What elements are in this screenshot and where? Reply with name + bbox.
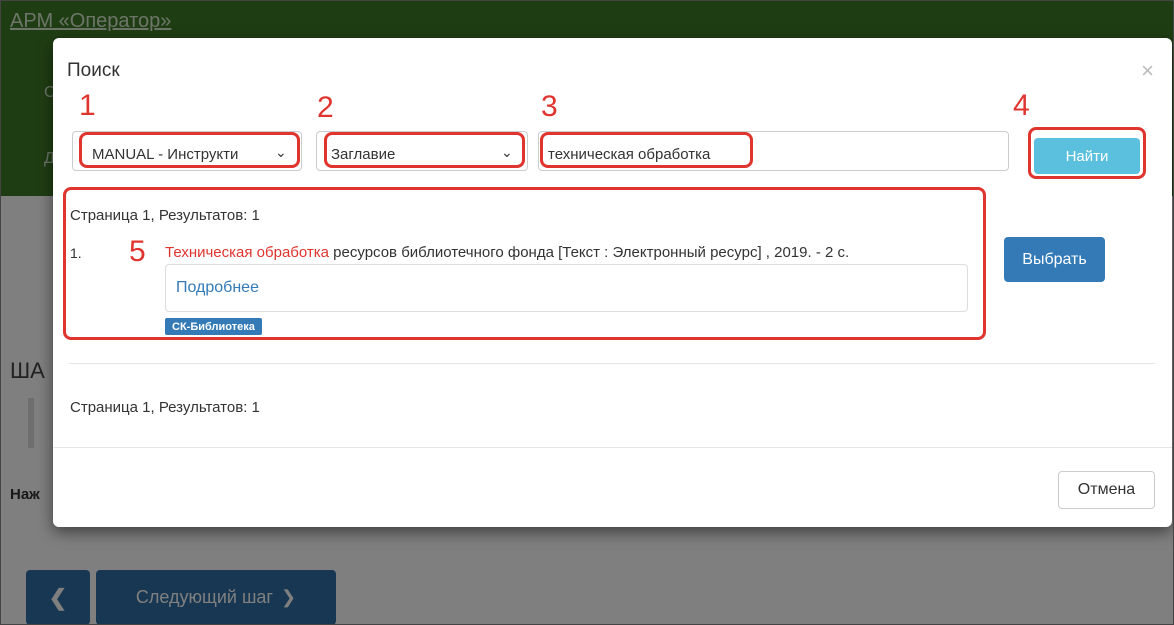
annotation-3: 3 [541,90,558,123]
annotation-2: 2 [317,91,334,124]
annotation-box-1 [79,132,300,168]
footer-divider [53,447,1172,448]
annotation-box-3 [540,132,753,168]
annotation-4: 4 [1013,89,1030,122]
select-button[interactable]: Выбрать [1004,237,1105,282]
close-icon[interactable]: × [1141,60,1154,82]
divider [69,363,1155,364]
annotation-1: 1 [79,89,96,122]
results-info-bottom: Страница 1, Результатов: 1 [70,399,260,416]
annotation-box-5 [63,187,986,340]
cancel-button[interactable]: Отмена [1058,471,1155,509]
annotation-box-4 [1028,127,1146,179]
search-modal: Поиск × 1 2 3 4 5 MANUAL - Инструкти ⌄ З… [53,38,1172,527]
modal-title: Поиск [67,60,120,81]
annotation-box-2 [324,132,525,168]
